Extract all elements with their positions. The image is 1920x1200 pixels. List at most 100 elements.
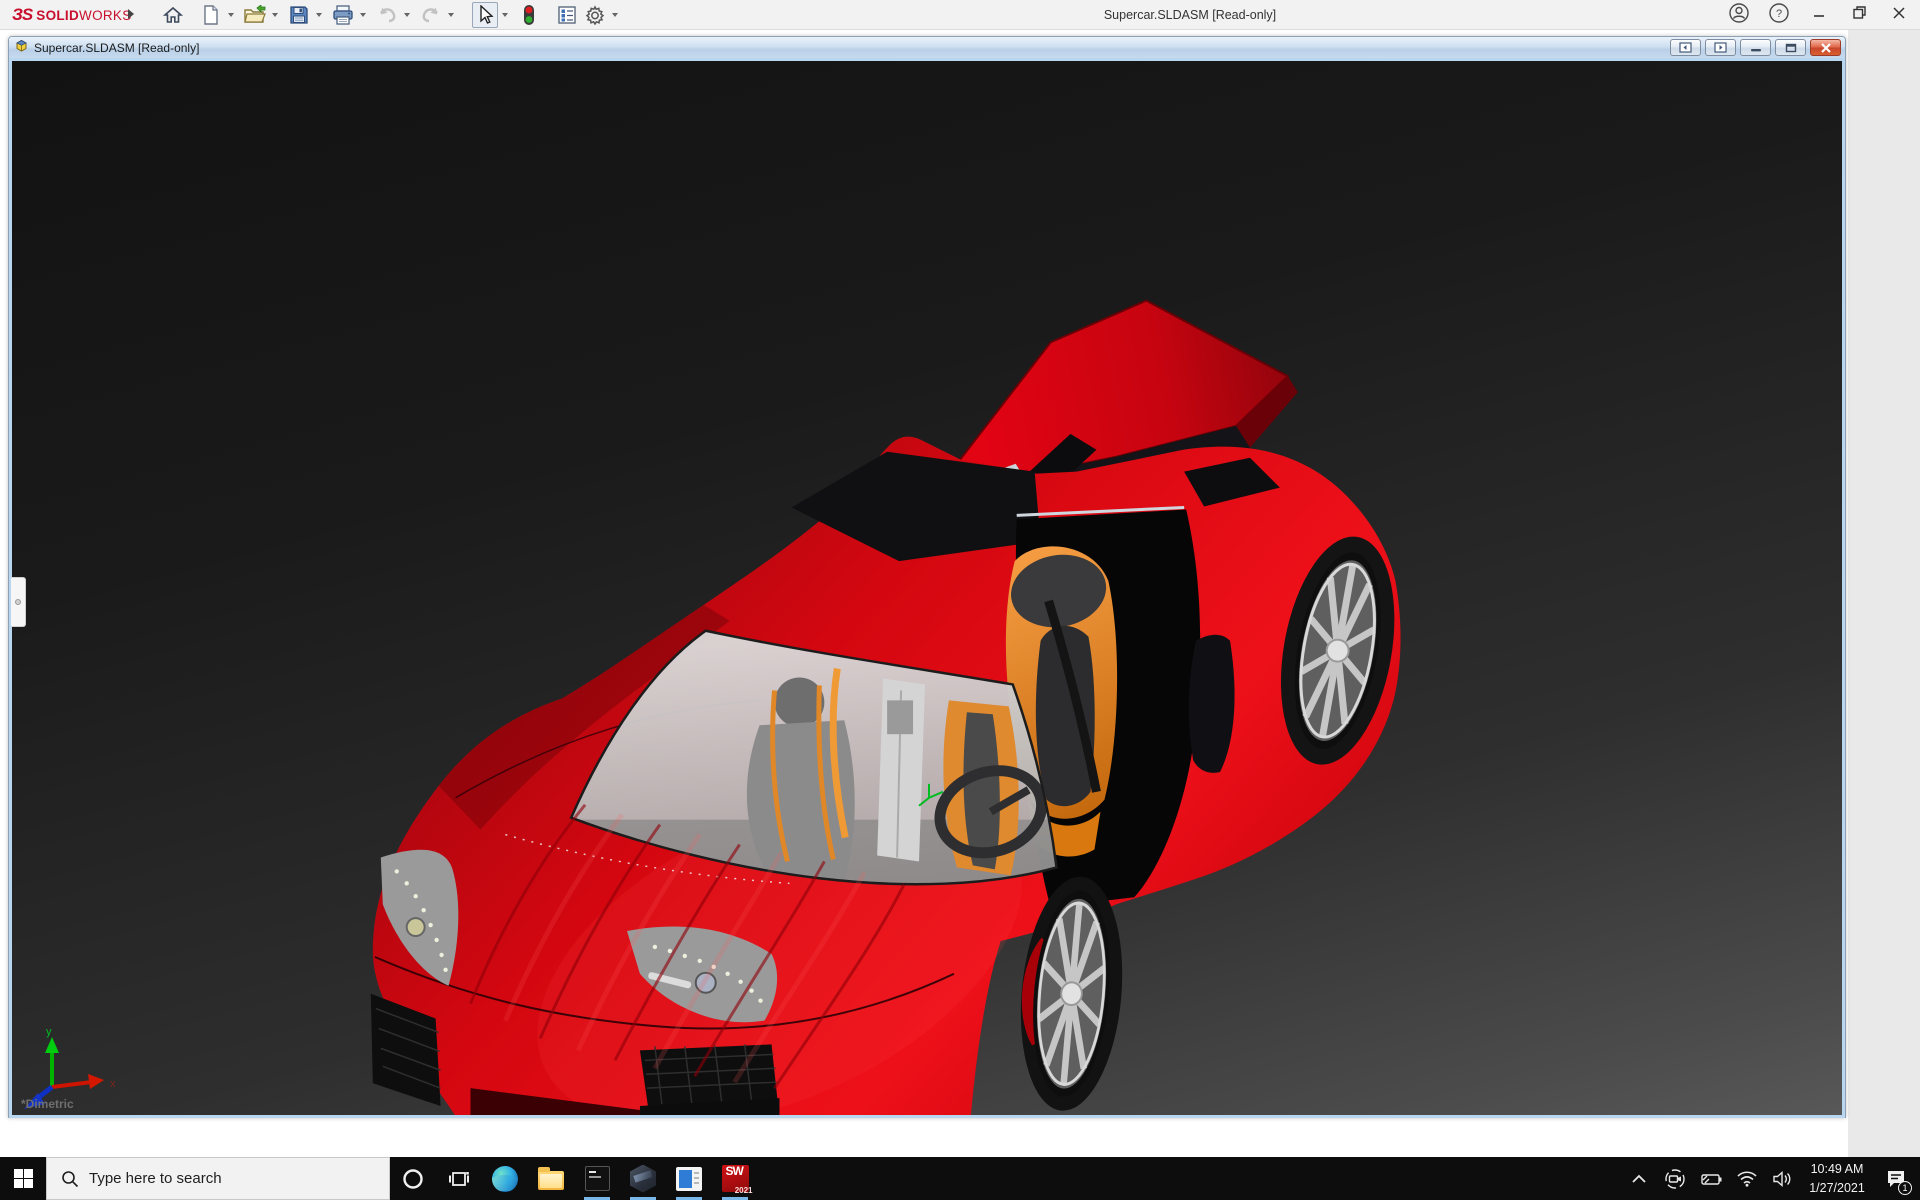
remote-window-icon (676, 1167, 702, 1191)
open-dropdown[interactable] (270, 2, 280, 28)
clock-time: 10:49 AM (1804, 1160, 1870, 1178)
options-dropdown[interactable] (610, 2, 620, 28)
windows-taskbar: SW 2021 (0, 1157, 1920, 1200)
help-icon: ? (1768, 2, 1790, 29)
triad-x-label: x (110, 1078, 116, 1090)
start-button[interactable] (0, 1157, 46, 1200)
sw-letters: SW (726, 1166, 744, 1177)
taskbar-clock[interactable]: 10:49 AM 1/27/2021 (1804, 1160, 1870, 1196)
taskbar-app-edge[interactable] (482, 1157, 528, 1200)
handle-dot (15, 599, 21, 605)
solidworks-logo: ЗS SOLIDWORKS (12, 4, 132, 26)
select-tool-dropdown[interactable] (500, 2, 510, 28)
clock-date: 1/27/2021 (1804, 1179, 1870, 1197)
cortana-icon (402, 1168, 424, 1190)
taskbar-app-remote-window[interactable] (666, 1157, 712, 1200)
home-button[interactable] (160, 2, 186, 28)
redo-icon (420, 6, 442, 24)
app-close-button[interactable] (1886, 2, 1912, 28)
search-icon (61, 1170, 79, 1188)
document-title: Supercar.SLDASM [Read-only] (34, 41, 199, 55)
mdi-client-area: Supercar.SLDASM [Read-only] (0, 30, 1920, 1157)
view-orientation-label: *Dimetric (21, 1097, 74, 1111)
battery-button[interactable] (1696, 1157, 1726, 1200)
app-minimize-button[interactable] (1806, 2, 1832, 28)
menu-expand-arrow-icon[interactable] (128, 9, 134, 19)
taskbar-app-file-explorer[interactable] (528, 1157, 574, 1200)
car-3d-model (12, 61, 1842, 1115)
main-toolbar (160, 0, 624, 30)
select-tool-button[interactable] (472, 2, 498, 28)
help-button[interactable]: ? (1766, 2, 1792, 28)
search-input[interactable] (89, 1170, 329, 1187)
tray-overflow-button[interactable] (1624, 1157, 1654, 1200)
minimize-icon (1812, 6, 1826, 25)
gear-icon (585, 5, 605, 25)
command-prompt-icon (585, 1166, 610, 1191)
sw-year: 2021 (735, 1186, 753, 1195)
taskbar-app-solidworks[interactable]: SW 2021 (712, 1157, 758, 1200)
redo-dropdown[interactable] (446, 2, 456, 28)
undo-dropdown[interactable] (402, 2, 412, 28)
feature-tree-collapse-handle[interactable] (11, 577, 26, 627)
chevron-up-icon (1632, 1174, 1646, 1183)
speaker-icon (1772, 1170, 1794, 1188)
network-button[interactable] (1732, 1157, 1762, 1200)
print-icon (332, 5, 354, 25)
triad-y-label: y (46, 1026, 52, 1038)
new-document-dropdown[interactable] (226, 2, 236, 28)
document-window: Supercar.SLDASM [Read-only] (8, 36, 1846, 1118)
restore-icon (1852, 5, 1867, 25)
home-icon (163, 5, 183, 25)
cortana-button[interactable] (390, 1157, 436, 1200)
volume-button[interactable] (1768, 1157, 1798, 1200)
action-center-button[interactable]: 1 (1876, 1157, 1916, 1200)
account-button[interactable] (1726, 2, 1752, 28)
close-icon (1892, 6, 1906, 25)
system-tray: 10:49 AM 1/27/2021 1 (1624, 1157, 1920, 1200)
app-window-title: Supercar.SLDASM [Read-only] (1104, 8, 1276, 22)
undo-button[interactable] (374, 2, 400, 28)
edge-icon (492, 1166, 518, 1192)
svg-text:?: ? (1776, 8, 1782, 20)
app-window-controls: ? (1726, 0, 1912, 30)
open-folder-icon (243, 5, 267, 25)
save-icon (289, 5, 309, 25)
solidworks-app-icon: SW 2021 (722, 1165, 749, 1192)
graphics-viewport[interactable]: y x *Dimetric (9, 58, 1845, 1118)
file-properties-button[interactable] (554, 2, 580, 28)
print-dropdown[interactable] (358, 2, 368, 28)
open-button[interactable] (242, 2, 268, 28)
taskbar-app-edrawings[interactable] (620, 1157, 666, 1200)
app-titlebar: ЗS SOLIDWORKS (0, 0, 1920, 30)
save-dropdown[interactable] (314, 2, 324, 28)
meet-now-button[interactable] (1660, 1157, 1690, 1200)
battery-charging-icon (1699, 1171, 1723, 1187)
taskbar-search[interactable] (46, 1157, 390, 1200)
document-minimize-button[interactable] (1740, 39, 1771, 56)
windows-logo-icon (14, 1169, 33, 1188)
meet-now-camera-icon (1664, 1168, 1686, 1190)
collapse-right-pane-button[interactable] (1705, 39, 1736, 56)
new-document-icon (202, 5, 220, 25)
file-properties-icon (557, 5, 577, 25)
options-button[interactable] (582, 2, 608, 28)
user-account-icon (1728, 2, 1750, 29)
task-view-button[interactable] (436, 1157, 482, 1200)
traffic-light-icon (523, 4, 535, 26)
file-explorer-icon (538, 1171, 564, 1190)
notification-badge: 1 (1898, 1181, 1912, 1195)
print-button[interactable] (330, 2, 356, 28)
document-restore-button[interactable] (1775, 39, 1806, 56)
task-view-icon (448, 1168, 470, 1190)
document-titlebar[interactable]: Supercar.SLDASM [Read-only] (9, 37, 1845, 58)
save-button[interactable] (286, 2, 312, 28)
collapse-left-pane-button[interactable] (1670, 39, 1701, 56)
app-restore-button[interactable] (1846, 2, 1872, 28)
redo-button[interactable] (418, 2, 444, 28)
new-document-button[interactable] (198, 2, 224, 28)
taskbar-app-command-prompt[interactable] (574, 1157, 620, 1200)
rebuild-button[interactable] (516, 2, 542, 28)
document-close-button[interactable] (1810, 39, 1841, 56)
edrawings-hexagon-icon (630, 1165, 656, 1193)
